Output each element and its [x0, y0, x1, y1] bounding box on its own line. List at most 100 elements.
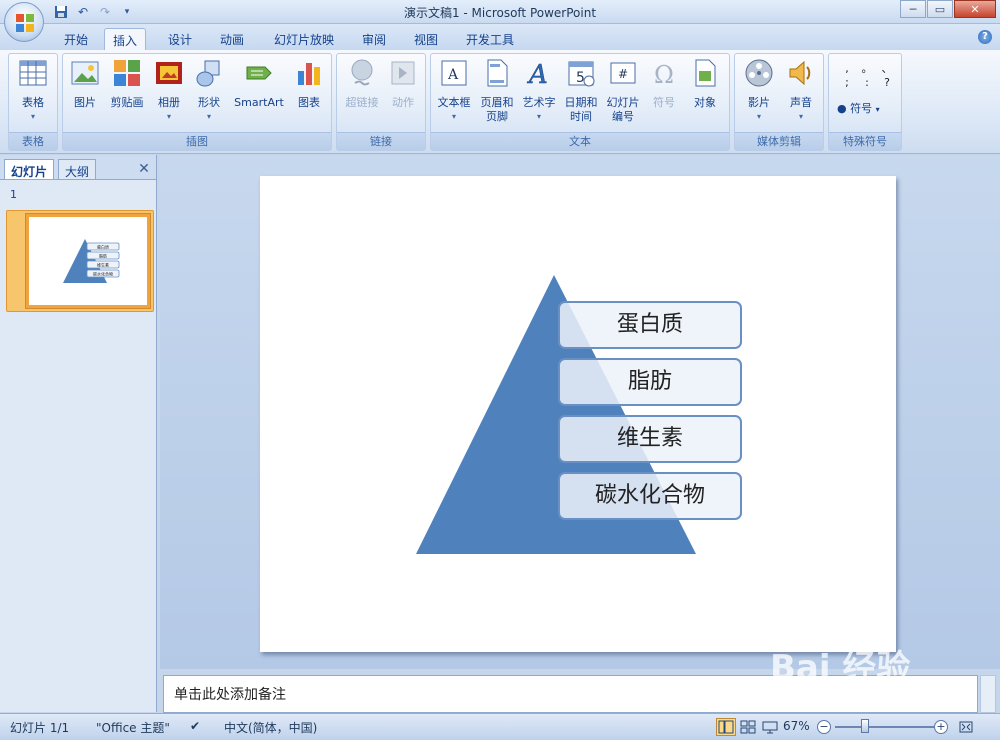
close-panel-icon[interactable]: ✕ [136, 161, 152, 177]
clipart-button[interactable]: 剪贴画 [107, 57, 147, 110]
datetime-button[interactable]: 5 日期和 时间 [561, 57, 601, 124]
bullet-icon: ● [837, 102, 847, 115]
slides-panel: 幻灯片 大纲 ✕ 1 蛋白质 脂肪 维生素 碳水化合物 [0, 155, 157, 712]
datetime-label-2: 时间 [570, 110, 592, 123]
help-icon[interactable]: ? [978, 30, 992, 44]
zoom-out-button[interactable]: − [817, 720, 831, 734]
slide-number-button[interactable]: # 幻灯片 编号 [603, 57, 643, 124]
chart-icon [298, 63, 320, 85]
chevron-down-icon: ▾ [206, 112, 211, 121]
header-footer-label-1: 页眉和 [480, 96, 514, 109]
tab-developer[interactable]: 开发工具 [458, 28, 522, 50]
hyperlink-button[interactable]: 超链接 [341, 57, 383, 110]
textbox-button[interactable]: A 文本框 ▾ [433, 57, 475, 124]
pyramid-item-fat[interactable]: 脂肪 [558, 358, 742, 406]
shapes-icon [196, 60, 220, 87]
table-button[interactable]: 表格 ▾ [13, 57, 53, 124]
header-footer-icon [487, 59, 508, 87]
movie-button[interactable]: 影片 ▾ [739, 57, 779, 124]
symbol-semicolon[interactable]: ; [837, 76, 857, 90]
symbol-button[interactable]: Ω 符号 [645, 57, 683, 110]
tab-outline[interactable]: 大纲 [58, 159, 97, 179]
symbol-enum-comma[interactable]: 、 [877, 60, 897, 75]
window-controls: ─ ▭ ✕ [900, 0, 996, 18]
minimize-button[interactable]: ─ [900, 0, 926, 18]
office-button[interactable] [4, 2, 44, 42]
group-media: 影片 ▾ 声音 ▾ 媒体剪辑 [734, 53, 824, 151]
symbol-comma[interactable]: , [837, 62, 857, 76]
group-text: A 文本框 ▾ 页眉和 页脚 A 艺术字 ▾ 5 日期和 时间 # 幻灯片 编号… [430, 53, 730, 151]
slide-sorter-button[interactable] [738, 718, 758, 736]
shapes-button[interactable]: 形状 ▾ [191, 57, 227, 124]
smartart-label: SmartArt [234, 96, 284, 109]
slide-canvas[interactable]: 蛋白质 脂肪 维生素 碳水化合物 [260, 176, 896, 652]
slide-number-icon: # [610, 62, 636, 84]
thumb-text: 碳水化合物 [93, 271, 113, 277]
tab-slides[interactable]: 幻灯片 [4, 159, 55, 179]
symbol-label: 符号 [653, 96, 675, 109]
title-bar: ↶ ↷ ▾ 演示文稿1 - Microsoft PowerPoint ─ ▭ ✕ [0, 0, 1000, 24]
slideshow-view-button[interactable] [760, 718, 780, 736]
svg-text:A: A [447, 67, 459, 83]
album-icon [156, 62, 182, 84]
smartart-button[interactable]: SmartArt [231, 57, 287, 110]
pyramid-item-vitamin[interactable]: 维生素 [558, 415, 742, 463]
textbox-label: 文本框 [437, 96, 471, 109]
pyramid-item-carbohydrate[interactable]: 碳水化合物 [558, 472, 742, 520]
normal-view-button[interactable] [716, 718, 736, 736]
group-links: 超链接 动作 链接 [336, 53, 426, 151]
tab-home[interactable]: 开始 [56, 28, 96, 50]
album-button[interactable]: 相册 ▾ [151, 57, 187, 124]
speaker-icon [789, 60, 811, 86]
clipart-icon [114, 60, 140, 86]
tab-design[interactable]: 设计 [160, 28, 200, 50]
svg-text:5: 5 [576, 70, 585, 86]
maximize-button[interactable]: ▭ [927, 0, 953, 18]
thumb-text: 维生素 [97, 262, 109, 268]
wordart-icon: A [527, 60, 548, 91]
picture-button[interactable]: 图片 [67, 57, 103, 110]
symbol-period[interactable]: 。 [857, 60, 877, 75]
table-icon [19, 60, 47, 86]
sound-button[interactable]: 声音 ▾ [781, 57, 821, 124]
symbol-dropdown-button[interactable]: ● 符号 ▾ [837, 102, 897, 117]
object-button[interactable]: 对象 [685, 57, 725, 110]
slide-thumbnail[interactable]: 蛋白质 脂肪 维生素 碳水化合物 [25, 213, 151, 309]
sound-label: 声音 [790, 96, 812, 109]
wordart-button[interactable]: A 艺术字 ▾ [519, 57, 559, 124]
datetime-label-1: 日期和 [564, 96, 598, 109]
svg-text:#: # [618, 67, 628, 81]
symbol-colon[interactable]: : [857, 76, 877, 90]
zoom-level[interactable]: 67% [783, 719, 810, 733]
group-table-label: 表格 [9, 132, 57, 150]
pyramid-item-protein[interactable]: 蛋白质 [558, 301, 742, 349]
album-label: 相册 [158, 96, 180, 109]
close-button[interactable]: ✕ [954, 0, 996, 18]
tab-insert[interactable]: 插入 [104, 28, 147, 50]
symbol-question[interactable]: ? [877, 76, 897, 90]
chevron-down-icon: ▾ [756, 112, 761, 121]
ribbon: 表格 ▾ 表格 图片 剪贴画 相册 ▾ 形状 ▾ SmartArt 图表 插图 … [0, 50, 1000, 154]
movie-label: 影片 [748, 96, 770, 109]
tab-animation[interactable]: 动画 [212, 28, 252, 50]
window-title: 演示文稿1 - Microsoft PowerPoint [403, 6, 597, 20]
notes-scrollbar[interactable] [980, 675, 996, 713]
chart-button[interactable]: 图表 [291, 57, 327, 110]
zoom-slider-thumb[interactable] [861, 719, 869, 733]
fit-to-window-button[interactable] [956, 718, 976, 736]
projector-icon [762, 721, 778, 734]
tab-slideshow[interactable]: 幻灯片放映 [266, 28, 342, 50]
zoom-slider-track[interactable] [835, 726, 935, 728]
tab-view[interactable]: 视图 [406, 28, 446, 50]
status-language: 中文(简体，中国) [224, 721, 318, 735]
normal-view-icon [718, 720, 734, 734]
film-reel-icon [745, 59, 773, 87]
zoom-in-button[interactable]: + [934, 720, 948, 734]
header-footer-button[interactable]: 页眉和 页脚 [477, 57, 517, 124]
spellcheck-icon[interactable]: ✔ [190, 719, 200, 733]
tab-review[interactable]: 审阅 [354, 28, 394, 50]
chevron-down-icon: ▾ [798, 112, 803, 121]
chevron-down-icon: ▾ [451, 112, 456, 121]
chevron-down-icon: ▾ [536, 112, 541, 121]
action-button[interactable]: 动作 [385, 57, 421, 110]
